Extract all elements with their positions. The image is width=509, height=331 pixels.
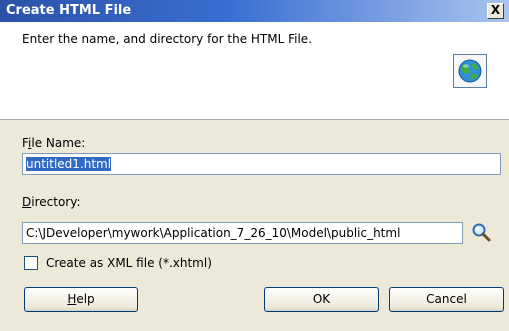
cancel-button[interactable]: Cancel — [389, 287, 504, 312]
help-button[interactable]: Help — [24, 287, 138, 312]
xml-checkbox[interactable] — [24, 256, 38, 270]
directory-value: C:\JDeveloper\mywork\Application_7_26_10… — [26, 226, 401, 240]
dialog-title: Create HTML File — [6, 3, 132, 18]
file-name-value: untitled1.html — [26, 157, 112, 171]
title-bar[interactable]: Create HTML File X — [0, 0, 509, 22]
search-icon[interactable] — [469, 221, 493, 245]
file-name-input[interactable]: untitled1.html — [22, 153, 501, 175]
directory-input[interactable]: C:\JDeveloper\mywork\Application_7_26_10… — [22, 222, 463, 244]
globe-icon — [453, 54, 487, 88]
close-button[interactable]: X — [487, 3, 504, 19]
close-icon: X — [490, 3, 501, 17]
ok-button[interactable]: OK — [264, 287, 379, 312]
directory-label: Directory: — [22, 195, 81, 209]
header-panel: Enter the name, and directory for the HT… — [0, 22, 509, 120]
header-description: Enter the name, and directory for the HT… — [22, 32, 313, 46]
file-name-label: File Name: — [22, 136, 86, 150]
xml-checkbox-label[interactable]: Create as XML file (*.xhtml) — [46, 255, 212, 271]
create-html-file-dialog: Create HTML File X Enter the name, and d… — [0, 0, 509, 331]
